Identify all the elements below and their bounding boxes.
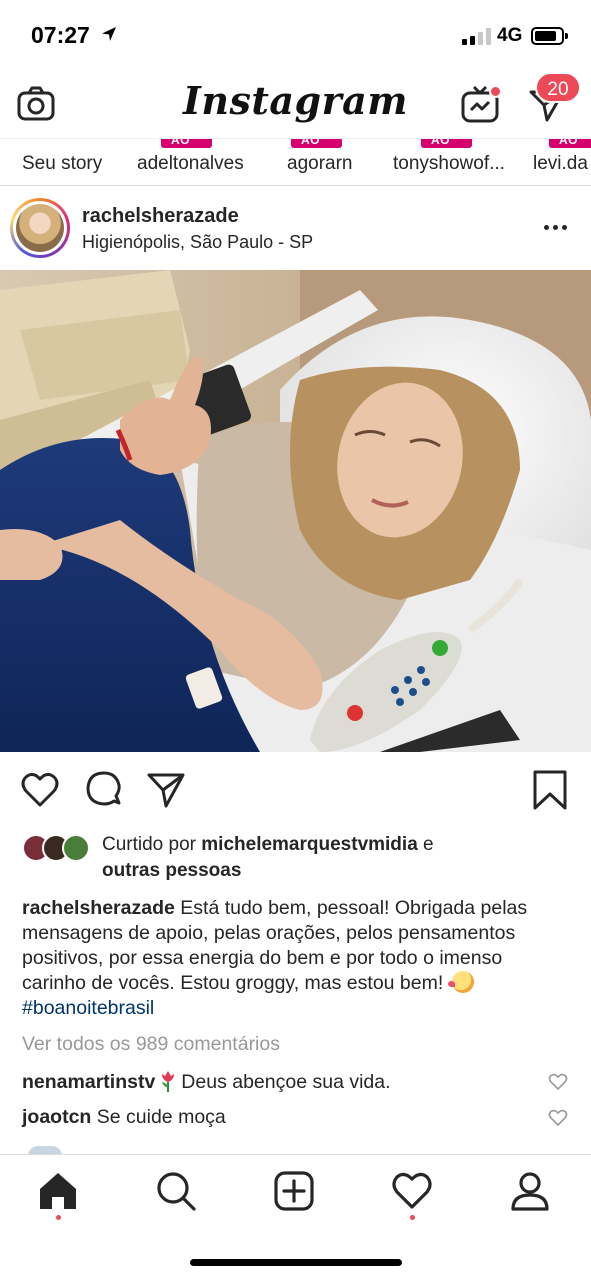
igtv-notification-dot	[489, 85, 502, 98]
live-badge: AO VIVO	[549, 139, 591, 162]
likes-text: Curtido por michelemarquestvmidia e outra…	[102, 834, 434, 881]
save-bookmark-icon[interactable]	[531, 770, 571, 810]
live-badge: AO VIVO	[291, 139, 342, 162]
app-header: Instagram 20	[0, 70, 591, 138]
comment-row: nenamartinstv Deus abençoe sua vida.	[22, 1070, 582, 1094]
avatar	[62, 834, 90, 862]
home-indicator[interactable]	[190, 1259, 402, 1266]
avatar[interactable]	[10, 198, 70, 258]
home-activity-dot	[56, 1215, 61, 1220]
comment-username[interactable]: joaotcn	[22, 1106, 91, 1128]
post-location[interactable]: Higienópolis, São Paulo - SP	[82, 232, 313, 253]
likes-username[interactable]: michelemarquestvmidia	[201, 834, 417, 855]
search-icon[interactable]	[154, 1169, 198, 1213]
comment-text: Se cuide moça	[96, 1106, 226, 1128]
post-photo[interactable]	[0, 270, 591, 752]
story-name: levi.da	[533, 153, 588, 174]
caption-username[interactable]: rachelsherazade	[22, 897, 175, 919]
network-type: 4G	[497, 25, 523, 46]
likes-others-link[interactable]: outras pessoas	[102, 860, 241, 881]
like-heart-icon[interactable]	[20, 770, 60, 810]
status-bar: 07:27 4G	[0, 0, 591, 70]
smiling-face-with-hearts-icon	[447, 971, 474, 993]
hospital-photo-illustration	[0, 270, 591, 752]
stories-tray: Seu story AO VIVO adeltonalves AO VIVO a…	[0, 138, 591, 186]
battery-icon	[531, 27, 568, 45]
activity-notification-dot	[410, 1215, 415, 1220]
signal-strength-icon	[462, 27, 492, 45]
comment-username[interactable]: nenamartinstv	[22, 1071, 155, 1093]
more-options-icon[interactable]	[540, 218, 572, 238]
instagram-logo: Instagram	[183, 78, 408, 123]
tulip-icon	[162, 1071, 175, 1092]
profile-icon[interactable]	[508, 1169, 552, 1213]
comment-row: joaotcn Se cuide moça	[22, 1106, 582, 1129]
post-actions	[0, 752, 591, 830]
live-badge: AO VIVO	[161, 139, 212, 162]
comment-bubble-icon[interactable]	[84, 770, 124, 810]
comment-like-heart-icon[interactable]	[548, 1073, 568, 1091]
view-all-comments-link[interactable]: Ver todos os 989 comentários	[22, 1033, 280, 1056]
location-arrow-icon	[102, 27, 116, 41]
post-header: rachelsherazade Higienópolis, São Paulo …	[0, 186, 591, 270]
activity-heart-icon[interactable]	[390, 1169, 434, 1213]
status-time: 07:27	[31, 22, 90, 48]
live-badge: AO VIVO	[421, 139, 472, 162]
share-paper-plane-icon[interactable]	[146, 770, 186, 810]
post-username[interactable]: rachelsherazade	[82, 205, 239, 228]
dm-count-badge: 20	[535, 72, 581, 103]
home-icon[interactable]	[36, 1169, 80, 1213]
comment-like-heart-icon[interactable]	[548, 1109, 568, 1127]
new-post-plus-icon[interactable]	[272, 1169, 316, 1213]
liker-avatars	[22, 834, 96, 864]
post-caption: rachelsherazade Está tudo bem, pessoal! …	[22, 896, 562, 1021]
likes-summary[interactable]: Curtido por michelemarquestvmidia e outra…	[22, 832, 582, 884]
story-name: adeltonalves	[137, 153, 244, 174]
caption-hashtag[interactable]: #boanoitebrasil	[22, 997, 154, 1019]
comment-text: Deus abençoe sua vida.	[181, 1071, 391, 1093]
story-name: agorarn	[287, 153, 353, 174]
story-name: Seu story	[22, 153, 103, 174]
story-name: tonyshowof...	[393, 153, 505, 174]
